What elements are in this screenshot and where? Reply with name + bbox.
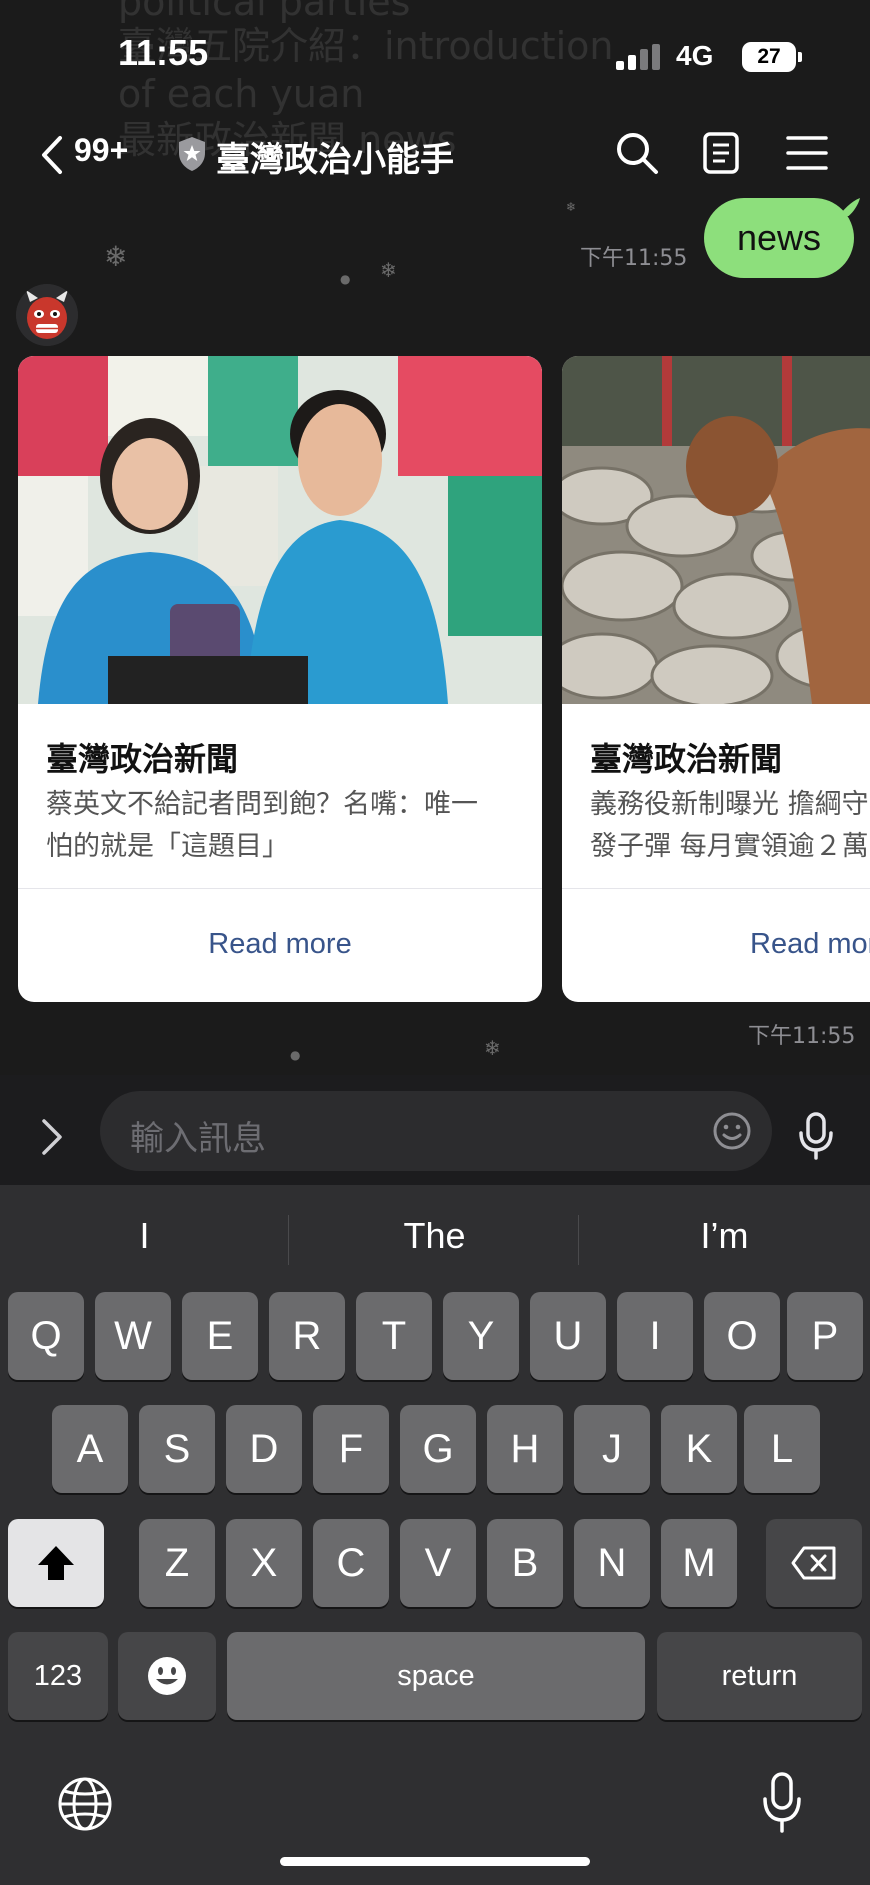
delete-key[interactable] (766, 1519, 862, 1607)
divider (578, 1215, 579, 1265)
menu-icon[interactable] (782, 128, 832, 178)
microphone-icon[interactable] (796, 1111, 836, 1161)
key-t[interactable]: T (356, 1292, 432, 1380)
received-time: 下午11:55 (748, 1024, 856, 1049)
space-key[interactable]: space (227, 1632, 645, 1720)
key-d[interactable]: D (226, 1405, 302, 1493)
backspace-icon (791, 1546, 836, 1580)
key-o[interactable]: O (704, 1292, 780, 1380)
snowflake-icon: ● (290, 1048, 301, 1062)
snowflake-icon: ❄ (104, 240, 128, 273)
search-icon[interactable] (612, 128, 662, 178)
key-b[interactable]: B (487, 1519, 563, 1607)
shift-arrow-icon (38, 1546, 74, 1580)
news-photo-soldier[interactable] (562, 356, 870, 704)
key-l[interactable]: L (744, 1405, 820, 1493)
home-indicator[interactable] (280, 1857, 590, 1866)
card-description-line: 義務役新制曝光 擔綱守 (590, 789, 869, 820)
snowflake-icon: ❄ (566, 200, 577, 214)
unread-count[interactable]: 99+ (74, 132, 128, 169)
bot-avatar[interactable] (16, 284, 78, 346)
sent-message-bubble[interactable]: news (704, 198, 854, 278)
dictation-microphone-icon[interactable] (760, 1771, 804, 1835)
sent-time: 下午11:55 (580, 246, 688, 271)
key-s[interactable]: S (139, 1405, 215, 1493)
key-r[interactable]: R (269, 1292, 345, 1380)
emoji-face-icon (148, 1657, 186, 1695)
card-description-line: 蔡英文不給記者問到飽？名嘴：唯一 (46, 789, 478, 820)
divider (18, 888, 542, 889)
key-j[interactable]: J (574, 1405, 650, 1493)
read-more-link[interactable]: Read more (750, 928, 870, 961)
read-more-link[interactable]: Read more (18, 928, 542, 961)
shift-key[interactable] (8, 1519, 104, 1607)
network-type: 4G (676, 40, 714, 71)
card-description-line: 發子彈 每月實領逾２萬 (590, 831, 869, 862)
suggestion-3[interactable]: I’m (580, 1215, 869, 1257)
snowflake-icon: ❄ (484, 1036, 501, 1060)
message-input[interactable]: 輸入訊息 (100, 1091, 772, 1171)
divider (288, 1215, 289, 1265)
card-description: 義務役新制曝光 擔綱守 發子彈 每月實領逾２萬 (590, 784, 870, 868)
globe-icon[interactable] (56, 1775, 114, 1833)
card-description: 蔡英文不給記者問到飽？名嘴：唯一 怕的就是「這題目」 (46, 784, 530, 868)
snowflake-icon: ❄ (380, 258, 397, 282)
signal-icon (616, 44, 662, 70)
chat-title: 臺灣政治小能手 (216, 140, 454, 180)
key-a[interactable]: A (52, 1405, 128, 1493)
key-y[interactable]: Y (443, 1292, 519, 1380)
suggestion-2[interactable]: The (290, 1215, 579, 1257)
news-photo-politicians[interactable] (18, 356, 542, 704)
card-title: 臺灣政治新聞 (46, 740, 239, 778)
keyboard: I The I’m Q W E R T Y U I O P A S D F G … (0, 1185, 870, 1885)
battery-icon: 27 (742, 42, 802, 72)
back-chevron-icon[interactable] (36, 130, 76, 180)
status-time: 11:55 (118, 32, 209, 73)
shield-icon (179, 137, 205, 171)
numbers-key[interactable]: 123 (8, 1632, 108, 1720)
card-description-line: 怕的就是「這題目」 (46, 831, 289, 862)
news-card[interactable]: 臺灣政治新聞 蔡英文不給記者問到飽？名嘴：唯一 怕的就是「這題目」 Read m… (18, 356, 542, 1002)
key-x[interactable]: X (226, 1519, 302, 1607)
key-h[interactable]: H (487, 1405, 563, 1493)
key-c[interactable]: C (313, 1519, 389, 1607)
key-i[interactable]: I (617, 1292, 693, 1380)
key-w[interactable]: W (95, 1292, 171, 1380)
key-n[interactable]: N (574, 1519, 650, 1607)
news-card[interactable]: 臺灣政治新聞 義務役新制曝光 擔綱守 發子彈 每月實領逾２萬 Read more (562, 356, 870, 1002)
suggestion-1[interactable]: I (0, 1215, 289, 1257)
card-title: 臺灣政治新聞 (590, 740, 783, 778)
key-q[interactable]: Q (8, 1292, 84, 1380)
emoji-key[interactable] (118, 1632, 216, 1720)
snowflake-icon: ● (340, 272, 351, 286)
key-v[interactable]: V (400, 1519, 476, 1607)
key-p[interactable]: P (787, 1292, 863, 1380)
emoji-icon[interactable] (712, 1111, 752, 1151)
key-m[interactable]: M (661, 1519, 737, 1607)
key-g[interactable]: G (400, 1405, 476, 1493)
key-f[interactable]: F (313, 1405, 389, 1493)
message-input-placeholder: 輸入訊息 (130, 1119, 266, 1159)
key-z[interactable]: Z (139, 1519, 215, 1607)
key-e[interactable]: E (182, 1292, 258, 1380)
demon-mask-icon (16, 284, 78, 346)
return-key[interactable]: return (657, 1632, 862, 1720)
notes-icon[interactable] (696, 128, 746, 178)
background-text-3: of each yuan (118, 72, 365, 116)
chevron-right-icon[interactable] (36, 1115, 66, 1159)
key-u[interactable]: U (530, 1292, 606, 1380)
divider (562, 888, 870, 889)
message-input-bar: 輸入訊息 (0, 1075, 870, 1185)
key-k[interactable]: K (661, 1405, 737, 1493)
chat-area: political parties 臺灣五院介紹：introduction of… (0, 0, 870, 1075)
